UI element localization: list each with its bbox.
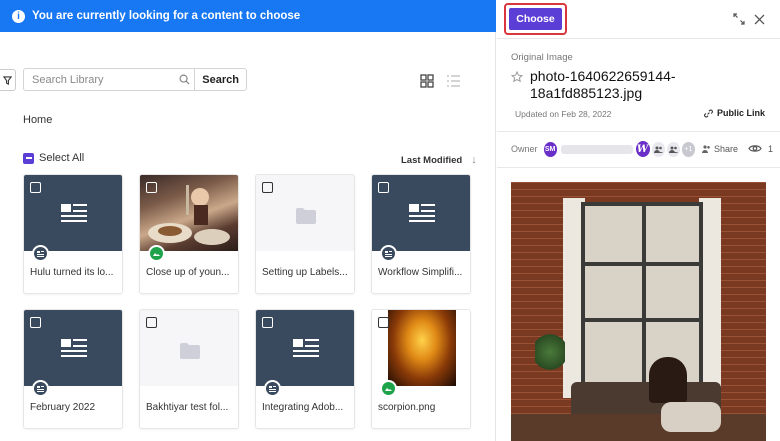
type-badge [380,380,397,397]
search-input[interactable] [24,69,174,90]
card-checkbox[interactable] [146,317,157,328]
info-icon: i [12,9,25,23]
content-card[interactable]: Close up of youn... [139,174,239,294]
scorpion-image [388,310,456,386]
search-icon[interactable] [174,74,194,85]
owner-label: Owner [511,144,538,154]
share-button[interactable]: Share [701,144,738,154]
document-icon [61,204,87,222]
card-name: Integrating Adob... [262,402,344,413]
select-all-checkbox[interactable] [23,152,34,164]
filter-icon [3,75,12,85]
sort-control[interactable]: Last Modified ↓ [401,154,477,166]
share-user-icon [701,145,710,153]
content-card[interactable]: February 2022 [23,309,123,429]
section-label: Original Image [511,52,573,63]
select-all[interactable]: Select All [23,152,84,164]
card-name: February 2022 [30,402,96,413]
folder-icon [296,208,316,224]
article-icon [269,385,276,392]
image-icon [153,253,160,256]
search-bar: Search [23,68,247,91]
card-checkbox[interactable] [378,317,389,328]
preview-window [581,202,703,392]
public-link[interactable]: Public Link [704,108,765,118]
card-name: Hulu turned its lo... [30,267,114,278]
collaborator-avatar[interactable]: W [635,141,650,157]
sort-label: Last Modified [401,154,463,166]
document-icon [61,339,87,357]
eye-icon [748,144,762,155]
content-card[interactable]: Workflow Simplifi... [371,174,471,294]
library-pane: Search Home Select All Last Modified ↓ [0,32,496,441]
group-icon[interactable] [666,141,680,157]
updated-date: Updated on Feb 28, 2022 [515,109,612,119]
owner-name [560,144,633,154]
card-checkbox[interactable] [146,182,157,193]
article-icon [385,250,392,257]
content-card[interactable]: scorpion.png [371,309,471,429]
public-link-label: Public Link [717,108,766,118]
select-all-label: Select All [39,152,85,164]
content-card[interactable]: Setting up Labels... [255,174,355,294]
card-checkbox[interactable] [262,317,273,328]
divider [497,38,780,39]
close-icon[interactable] [754,12,765,30]
card-name: Bakhtiyar test fol... [146,402,229,413]
grid-view-icon[interactable] [420,74,434,93]
card-checkbox[interactable] [30,317,41,328]
search-button[interactable]: Search [194,69,246,90]
banner-text: You are currently looking for a content … [32,10,301,22]
preview-person-body [661,402,721,432]
owner-row: Owner SM W +1 Share 1 [511,141,773,157]
card-checkbox[interactable] [378,182,389,193]
folder-icon [180,343,200,359]
preview-person [649,357,687,403]
file-name: photo-1640622659144-18a1fd885123.jpg [530,68,676,101]
card-name: Setting up Labels... [262,267,348,278]
content-card[interactable]: Hulu turned its lo... [23,174,123,294]
detail-panel: Choose Original Image photo-164062265914… [497,0,780,441]
image-preview [511,182,766,441]
preview-floor [511,414,766,441]
group-icon[interactable] [651,141,665,157]
card-name: scorpion.png [378,402,436,413]
filter-button[interactable] [0,69,16,91]
more-collaborators[interactable]: +1 [681,141,695,157]
type-badge [32,245,49,262]
card-name: Workflow Simplifi... [378,267,463,278]
share-label: Share [713,144,738,154]
content-grid: Hulu turned its lo... Close up of youn..… [23,174,471,429]
choose-highlight: Choose [504,3,567,35]
divider [497,131,780,132]
type-badge [32,380,49,397]
card-name: Close up of youn... [146,267,230,278]
star-icon[interactable] [510,70,524,88]
link-icon [704,109,713,117]
content-card[interactable]: Integrating Adob... [255,309,355,429]
choose-button[interactable]: Choose [509,8,562,30]
type-badge [380,245,397,262]
document-icon [409,204,435,222]
list-view-icon[interactable] [446,74,461,93]
preview-plant [535,332,565,372]
type-badge [148,245,165,262]
expand-icon[interactable] [733,12,745,30]
view-count: 1 [767,144,773,154]
info-banner: i You are currently looking for a conten… [0,0,496,32]
document-icon [293,339,319,357]
content-chooser: i You are currently looking for a conten… [0,0,780,441]
divider [497,167,780,168]
type-badge [264,380,281,397]
breadcrumb-home[interactable]: Home [23,114,52,126]
card-checkbox[interactable] [30,182,41,193]
content-card[interactable]: Bakhtiyar test fol... [139,309,239,429]
article-icon [37,250,44,257]
sort-direction-icon[interactable]: ↓ [471,154,477,166]
article-icon [37,385,44,392]
owner-avatar[interactable]: SM [543,141,557,157]
image-icon [385,388,392,391]
card-checkbox[interactable] [262,182,273,193]
